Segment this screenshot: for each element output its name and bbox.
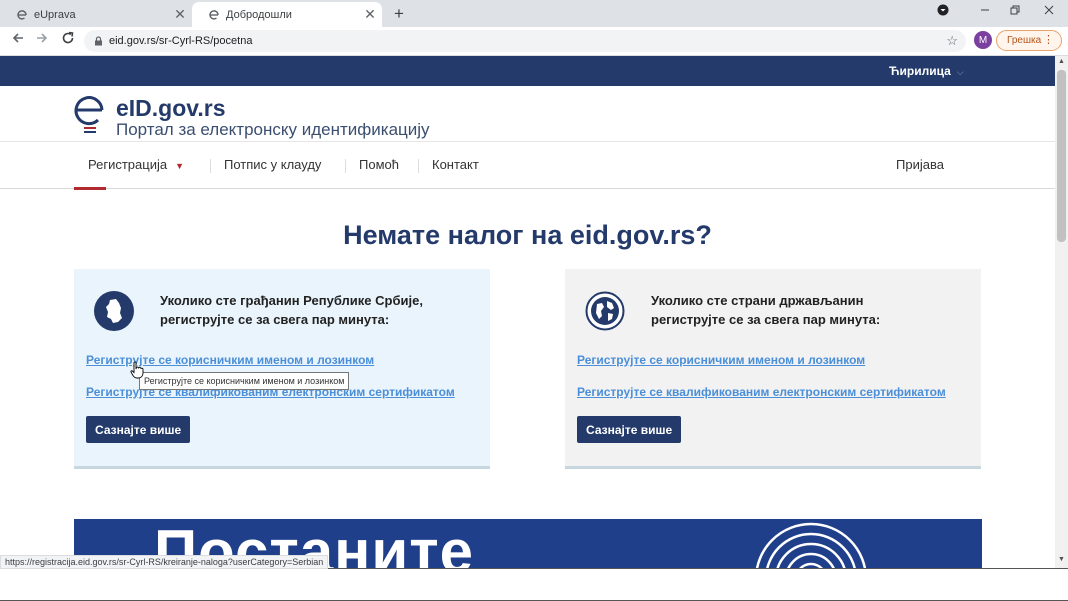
error-button[interactable]: Грешка ⋮: [996, 30, 1062, 51]
menu-dots-icon[interactable]: ⋮: [1043, 33, 1054, 46]
hand-cursor-icon: [130, 361, 144, 379]
page-title: Немате налог на eid.gov.rs?: [343, 220, 712, 250]
nav-divider: [210, 159, 211, 173]
citizen-lead: Уколико сте грађанин Републике Србије, р…: [160, 291, 480, 329]
scrollbar-thumb[interactable]: [1057, 70, 1066, 242]
back-icon[interactable]: [8, 31, 28, 49]
lead-line: региструјте се за свега пар минута:: [651, 312, 881, 327]
language-selector[interactable]: Ћирилица ⌵: [889, 64, 964, 78]
nav-divider: [418, 159, 419, 173]
bottom-panel: [0, 568, 1068, 601]
browser-tab-bar: eUprava ✕ Добродошли ✕ +: [0, 0, 1068, 27]
lock-icon: [94, 36, 103, 46]
chevron-down-icon: ⌵: [956, 67, 964, 77]
nav-divider: [345, 159, 346, 173]
nav-registration-label: Регистрација: [88, 157, 168, 172]
url-text: eid.gov.rs/sr-Cyrl-RS/pocetna: [109, 35, 253, 47]
nav-active-underline: [74, 187, 106, 190]
reload-icon[interactable]: [58, 31, 78, 49]
citizen-learn-more-button[interactable]: Сазнајте више: [86, 416, 191, 443]
globe-icon: [585, 291, 625, 331]
restore-icon[interactable]: [1002, 4, 1028, 19]
nav-contact[interactable]: Контакт: [432, 157, 479, 172]
eid-favicon-icon: [16, 9, 28, 21]
close-window-icon[interactable]: [1036, 4, 1062, 19]
site-subtitle: Портал за електронску идентификацију: [116, 120, 430, 139]
foreigner-card: Уколико сте страни држављанин региструјт…: [565, 269, 981, 469]
serbia-map-icon: [94, 291, 134, 331]
address-bar[interactable]: eid.gov.rs/sr-Cyrl-RS/pocetna ☆: [84, 30, 966, 52]
forward-icon[interactable]: [32, 31, 52, 49]
close-icon[interactable]: ✕: [362, 6, 378, 23]
minimize-icon[interactable]: [972, 4, 998, 19]
nav-help[interactable]: Помоћ: [359, 157, 399, 172]
bookmark-star-icon[interactable]: ☆: [946, 33, 958, 49]
lead-line: Уколико сте грађанин Републике Србије,: [160, 293, 423, 308]
status-bar-url: https://registracija.eid.gov.rs/sr-Cyrl-…: [0, 555, 329, 569]
language-bar: Ћирилица ⌵: [0, 56, 1055, 86]
lead-line: региструјте се за свега пар минута:: [160, 312, 390, 327]
profile-avatar[interactable]: M: [974, 31, 992, 49]
web-page: Ћирилица ⌵ eID.gov.rs Портал за електронс…: [0, 56, 1055, 568]
close-icon[interactable]: ✕: [172, 6, 188, 23]
nav-registration[interactable]: Регистрација ▼: [88, 157, 184, 172]
nav-login[interactable]: Пријава: [896, 157, 944, 172]
main-nav: Регистрација ▼ Потпис у клауду Помоћ Конт…: [0, 143, 1055, 189]
scroll-down-icon[interactable]: ▼: [1055, 556, 1068, 563]
chevron-down-icon: ▼: [175, 161, 184, 171]
error-label: Грешка: [1007, 35, 1042, 46]
tab-dobrodosli[interactable]: Добродошли ✕: [192, 2, 382, 27]
tab-title: Добродошли: [226, 8, 292, 21]
lead-line: Уколико сте страни држављанин: [651, 293, 864, 308]
profile-menu-icon[interactable]: [930, 4, 956, 19]
new-tab-button[interactable]: +: [390, 4, 408, 24]
foreigner-register-username-link[interactable]: Региструјте се корисничким именом и лози…: [577, 353, 865, 367]
tab-euprava[interactable]: eUprava ✕: [0, 2, 192, 27]
site-header: eID.gov.rs Портал за електронску идентиф…: [0, 86, 1055, 142]
link-tooltip: Региструјте се корисничким именом и лози…: [139, 372, 350, 390]
scroll-up-icon[interactable]: ▲: [1055, 58, 1068, 65]
foreigner-lead: Уколико сте страни држављанин региструјт…: [651, 291, 971, 329]
nav-cloud-signature[interactable]: Потпис у клауду: [224, 157, 321, 172]
tab-title: eUprava: [34, 8, 76, 21]
eid-logo-icon[interactable]: [74, 95, 106, 135]
fingerprint-icon: [746, 519, 876, 568]
page-scrollbar[interactable]: ▲ ▼: [1055, 56, 1068, 568]
eid-favicon-icon: [208, 9, 220, 21]
language-label: Ћирилица: [889, 64, 951, 78]
site-name[interactable]: eID.gov.rs: [116, 95, 226, 122]
foreigner-learn-more-button[interactable]: Сазнајте више: [577, 416, 682, 443]
foreigner-register-certificate-link[interactable]: Региструјте се квалификованим електронск…: [577, 385, 946, 399]
browser-toolbar: eid.gov.rs/sr-Cyrl-RS/pocetna ☆ M Грешка…: [0, 27, 1068, 56]
